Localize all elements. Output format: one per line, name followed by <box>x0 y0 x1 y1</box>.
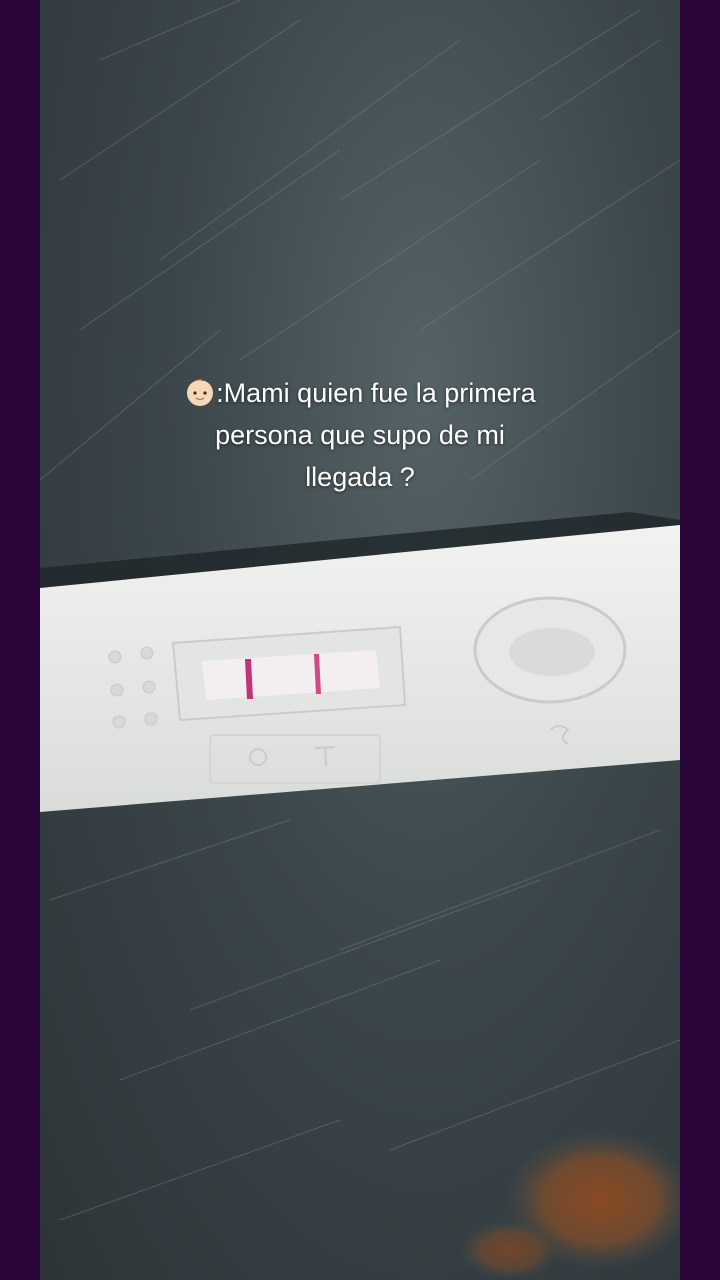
caption-line-3: llegada ? <box>305 462 415 492</box>
photo-scene <box>40 0 680 1280</box>
video-frame: :Mami quien fue la primera persona que s… <box>0 0 720 1280</box>
rust-stain-small <box>460 1220 560 1280</box>
photo <box>40 0 680 1280</box>
caption-text-1: :Mami quien fue la primera <box>216 378 536 408</box>
baby-face-icon <box>187 378 214 406</box>
caption-line-2: persona que supo de mi <box>215 420 505 450</box>
right-letterbox <box>680 0 720 1280</box>
sample-well-pad <box>509 628 595 676</box>
left-letterbox <box>0 0 40 1280</box>
caption-line-1: :Mami quien fue la primera <box>40 372 680 414</box>
caption-overlay: :Mami quien fue la primera persona que s… <box>40 372 680 498</box>
embossed-t-stem <box>324 746 327 767</box>
